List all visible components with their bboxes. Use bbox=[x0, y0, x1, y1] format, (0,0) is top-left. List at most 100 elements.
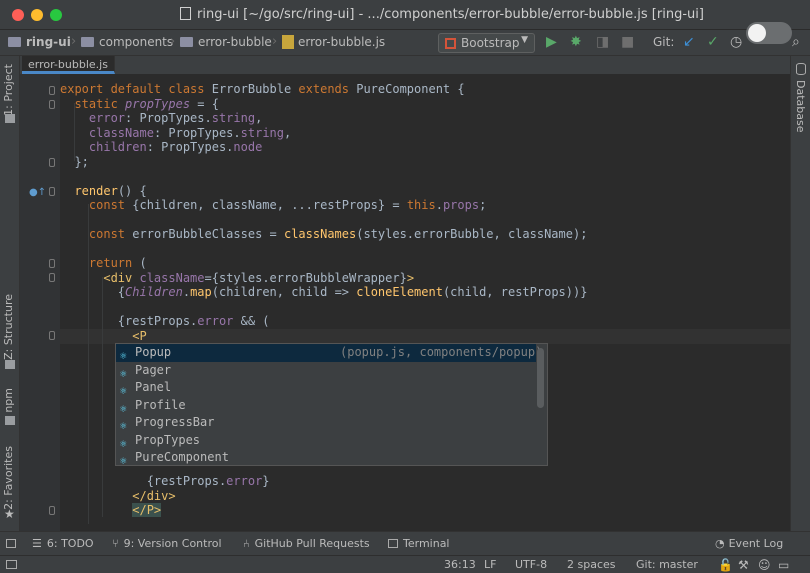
fold-marker[interactable] bbox=[49, 273, 55, 282]
debug-icon[interactable]: ✸ bbox=[570, 34, 582, 50]
favorites-tool-tab[interactable]: 2: Favorites bbox=[2, 446, 15, 510]
completion-item[interactable]: ⚛ Panel bbox=[116, 379, 536, 397]
coverage-icon[interactable]: ◨ bbox=[596, 34, 609, 50]
line-separator[interactable]: LF bbox=[484, 558, 496, 571]
npm-tool-tab[interactable]: npm bbox=[2, 388, 15, 413]
structure-tool-tab[interactable]: Z: Structure bbox=[2, 294, 15, 360]
fold-marker[interactable] bbox=[49, 158, 55, 167]
git-label: Git: bbox=[653, 35, 675, 49]
layout-icon bbox=[6, 539, 16, 548]
tab-error-bubble-js[interactable]: error-bubble.js bbox=[22, 56, 115, 74]
project-icon bbox=[5, 114, 15, 123]
title-bar: ring-ui [~/go/src/ring-ui] - .../compone… bbox=[0, 0, 810, 30]
completion-item[interactable]: ⚛ PureComponent bbox=[116, 449, 536, 466]
completion-item[interactable]: ⚛ ProgressBar bbox=[116, 414, 536, 432]
read-only-lock-icon[interactable]: 🔓 bbox=[718, 558, 733, 572]
code-line-14: <div className={styles.errorBubbleWrappe… bbox=[103, 270, 415, 285]
current-line-highlight bbox=[60, 329, 790, 344]
fold-marker[interactable] bbox=[49, 187, 55, 196]
override-method-icon[interactable]: ●↑ bbox=[29, 187, 46, 198]
breadcrumb-components[interactable]: components bbox=[81, 35, 173, 49]
history-icon[interactable]: ◷ bbox=[730, 34, 742, 50]
todo-label: 6: TODO bbox=[46, 537, 94, 550]
breadcrumb-separator: › bbox=[272, 34, 278, 49]
folder-icon bbox=[180, 37, 193, 47]
completion-item[interactable]: ⚛ Profile bbox=[116, 397, 536, 415]
fold-marker[interactable] bbox=[49, 331, 55, 340]
terminal-label: Terminal bbox=[403, 537, 450, 550]
completion-item[interactable]: ⚛ Pager bbox=[116, 362, 536, 380]
github-pull-requests-tool-button[interactable]: ⑃ GitHub Pull Requests bbox=[243, 537, 370, 550]
completion-item-label: ProgressBar bbox=[135, 415, 215, 429]
code-completion-popup[interactable]: ⚛ Popup (popup.js, components/popup) ⚛ Page… bbox=[115, 343, 548, 466]
vcs-icon: ⑂ bbox=[112, 537, 119, 550]
tool-windows-toggle-icon[interactable] bbox=[6, 537, 21, 550]
git-commit-icon[interactable]: ✓ bbox=[707, 34, 719, 50]
inspection-icon[interactable]: ☺ bbox=[758, 558, 771, 572]
file-icon bbox=[180, 7, 191, 20]
terminal-tool-button[interactable]: Terminal bbox=[388, 537, 450, 550]
theme-toggle[interactable] bbox=[746, 22, 792, 44]
code-line-11: const errorBubbleClasses = classNames(st… bbox=[88, 227, 588, 241]
event-log-label: Event Log bbox=[728, 537, 784, 550]
file-encoding[interactable]: UTF-8 bbox=[515, 558, 547, 571]
event-log-icon: ◔ bbox=[715, 537, 725, 550]
search-icon[interactable]: ⌕ bbox=[792, 34, 800, 50]
breadcrumb-project-label: ring-ui bbox=[26, 35, 71, 49]
close-window-button[interactable] bbox=[12, 9, 24, 21]
completion-scrollbar[interactable] bbox=[537, 348, 544, 408]
git-update-icon[interactable]: ↙ bbox=[683, 34, 695, 50]
fold-marker[interactable] bbox=[49, 506, 55, 515]
list-icon: ☰ bbox=[32, 537, 42, 550]
hector-icon[interactable]: ⚒ bbox=[738, 558, 749, 572]
code-line-1: export default class ErrorBubble extends… bbox=[60, 82, 465, 96]
code-line-18: <P bbox=[132, 328, 147, 343]
navigation-bar: ring-ui › components › error-bubble › er… bbox=[0, 30, 810, 56]
breadcrumb-error-bubble[interactable]: error-bubble bbox=[180, 35, 272, 49]
completion-item[interactable]: ⚛ PropTypes bbox=[116, 432, 536, 450]
breadcrumb-project[interactable]: ring-ui bbox=[8, 35, 71, 49]
folder-icon bbox=[81, 37, 94, 47]
completion-item-label: PropTypes bbox=[135, 432, 201, 447]
editor-gutter[interactable]: ●↑ bbox=[20, 74, 60, 531]
indent-setting[interactable]: 2 spaces bbox=[567, 558, 616, 571]
maximize-window-button[interactable] bbox=[50, 9, 62, 21]
status-bar: 36:13 LF UTF-8 2 spaces Git: master 🔓 ⚒ … bbox=[0, 555, 810, 573]
code-line-9: const {children, className, ...restProps… bbox=[88, 198, 487, 212]
completion-item[interactable]: ⚛ Popup (popup.js, components/popup) bbox=[116, 344, 542, 362]
stop-icon[interactable]: ■ bbox=[621, 34, 634, 50]
minimize-window-button[interactable] bbox=[31, 9, 43, 21]
structure-icon bbox=[5, 360, 15, 369]
window-title-text: ring-ui [~/go/src/ring-ui] - .../compone… bbox=[197, 7, 704, 22]
version-control-tool-button[interactable]: ⑂ 9: Version Control bbox=[112, 537, 222, 550]
folder-icon bbox=[8, 37, 21, 47]
breadcrumb-separator: › bbox=[170, 34, 176, 49]
version-control-label: 9: Version Control bbox=[123, 537, 222, 550]
code-line-28: </div> bbox=[132, 488, 176, 503]
breadcrumb-file[interactable]: error-bubble.js bbox=[282, 35, 385, 49]
code-line-8: render() { bbox=[74, 183, 147, 198]
database-icon bbox=[796, 63, 806, 75]
memory-indicator-icon[interactable]: ▭ bbox=[778, 558, 789, 572]
completion-hint: (popup.js, components/popup) bbox=[340, 345, 543, 359]
run-configuration-select[interactable]: Bootstrap ▼ bbox=[438, 33, 535, 53]
fold-marker[interactable] bbox=[49, 100, 55, 109]
code-line-13: return ( bbox=[88, 256, 147, 270]
github-pull-requests-label: GitHub Pull Requests bbox=[254, 537, 370, 550]
react-component-icon: ⚛ bbox=[120, 454, 127, 466]
caret-position[interactable]: 36:13 bbox=[444, 558, 476, 571]
tool-windows-bar: ☰ 6: TODO ⑂ 9: Version Control ⑃ GitHub Pul… bbox=[0, 531, 810, 555]
fold-marker[interactable] bbox=[49, 86, 55, 95]
star-icon: ★ bbox=[4, 507, 15, 521]
run-icon[interactable]: ▶ bbox=[546, 34, 557, 50]
project-tool-tab[interactable]: 1: Project bbox=[2, 64, 15, 116]
tool-windows-icon[interactable] bbox=[6, 560, 17, 569]
toggle-knob bbox=[748, 24, 766, 42]
git-branch[interactable]: Git: master bbox=[636, 558, 698, 571]
window-title: ring-ui [~/go/src/ring-ui] - .../compone… bbox=[180, 7, 704, 22]
database-tool-tab[interactable]: Database bbox=[794, 80, 807, 133]
fold-marker[interactable] bbox=[49, 259, 55, 268]
code-line-17: {restProps.error && ( bbox=[60, 314, 270, 328]
event-log-tool-button[interactable]: ◔ Event Log bbox=[715, 537, 783, 550]
todo-tool-button[interactable]: ☰ 6: TODO bbox=[32, 537, 94, 550]
